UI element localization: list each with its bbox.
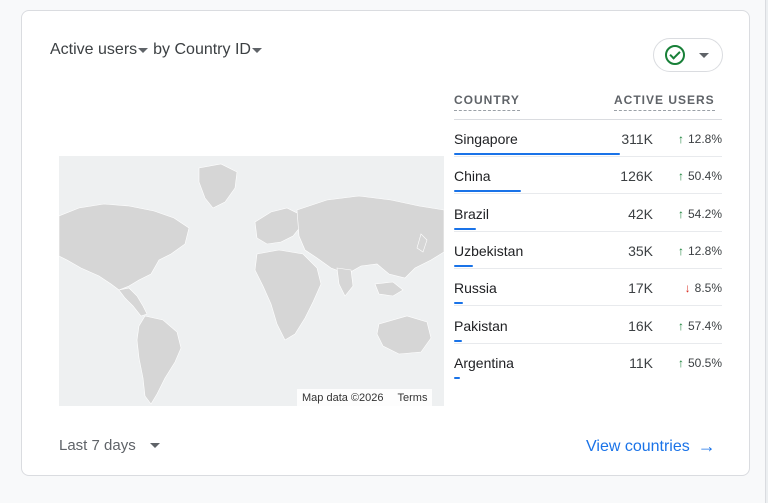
view-countries-link[interactable]: View countries → (586, 436, 716, 457)
map-terms-link[interactable]: Terms (398, 392, 428, 404)
change-percent: 57.4% (687, 318, 722, 333)
change-percent: 50.5% (687, 355, 722, 370)
active-users-value: 126K (620, 168, 653, 185)
arrow-down-icon: ↓ (684, 281, 691, 296)
data-quality-button[interactable] (653, 38, 723, 72)
dimension-selector[interactable]: by Country ID (153, 41, 262, 59)
change-indicator: ↑ 57.4% (678, 319, 722, 333)
country-name: Singapore (454, 131, 518, 147)
table-row[interactable]: Pakistan 16K ↑ 57.4% (454, 307, 722, 344)
change-indicator: ↓ 8.5% (685, 281, 722, 295)
change-indicator: ↑ 54.2% (678, 207, 722, 221)
table-row[interactable]: Russia 17K ↓ 8.5% (454, 269, 722, 307)
check-circle-icon (665, 45, 685, 65)
change-indicator: ↑ 50.4% (678, 169, 722, 183)
share-bar (454, 190, 521, 193)
table-row[interactable]: Uzbekistan 35K ↑ 12.8% (454, 232, 722, 269)
arrow-up-icon: ↑ (677, 132, 684, 146)
arrow-up-icon: ↑ (677, 318, 684, 333)
map-attribution: Map data ©2026 Terms (297, 389, 433, 406)
header-country[interactable]: COUNTRY (454, 93, 520, 111)
share-bar (454, 264, 473, 267)
arrow-right-icon: → (697, 436, 716, 456)
table-row[interactable]: Singapore 311K ↑ 12.8% (454, 120, 722, 157)
active-users-value: 16K (628, 317, 653, 334)
active-users-value: 42K (628, 205, 653, 222)
change-indicator: ↑ 12.8% (678, 244, 722, 258)
share-bar (454, 153, 620, 155)
arrow-up-icon: ↑ (677, 206, 684, 221)
change-percent: 50.4% (687, 169, 722, 184)
card-title: Active users by Country ID (50, 41, 262, 59)
active-users-value: 17K (628, 280, 653, 297)
country-name: Uzbekistan (454, 242, 524, 259)
view-countries-label: View countries (586, 437, 690, 455)
share-bar (454, 339, 462, 342)
active-users-value: 11K (629, 354, 653, 371)
metric-label: Active users (50, 41, 138, 58)
header-active-users[interactable]: ACTIVE USERS (614, 93, 715, 111)
share-bar (454, 376, 460, 379)
share-bar (454, 227, 476, 230)
change-percent: 8.5% (694, 281, 722, 296)
metric-selector[interactable]: Active users (50, 41, 153, 59)
date-range-label: Last 7 days (59, 437, 136, 454)
table-row[interactable]: Brazil 42K ↑ 54.2% (454, 195, 722, 232)
table-row[interactable]: China 126K ↑ 50.4% (454, 157, 722, 195)
dimension-dropdown-icon (251, 47, 262, 53)
change-percent: 54.2% (687, 206, 722, 221)
change-percent: 12.8% (687, 132, 722, 146)
table-row[interactable]: Argentina 11K ↑ 50.5% (454, 344, 722, 381)
country-name: Pakistan (454, 317, 508, 334)
map-data-label: Map data ©2026 (302, 392, 384, 404)
country-name: China (454, 168, 491, 185)
change-indicator: ↑ 12.8% (678, 132, 722, 146)
change-percent: 12.8% (687, 243, 722, 258)
share-bar (454, 302, 463, 305)
arrow-up-icon: ↑ (677, 169, 684, 184)
date-range-selector[interactable]: Last 7 days (59, 437, 160, 454)
country-name: Russia (454, 280, 497, 297)
active-users-value: 35K (628, 242, 653, 259)
countries-card: Active users by Country ID Map data ©202… (21, 10, 750, 476)
chevron-down-icon (699, 52, 709, 58)
world-map[interactable]: + — Map data ©2026 Terms (59, 156, 444, 406)
change-indicator: ↑ 50.5% (678, 356, 722, 370)
active-users-value: 311K (621, 131, 653, 147)
arrow-up-icon: ↑ (677, 355, 684, 370)
country-name: Brazil (454, 205, 490, 222)
dimension-label: by Country ID (153, 41, 251, 58)
metric-dropdown-icon (138, 47, 149, 53)
country-name: Argentina (454, 354, 514, 371)
arrow-up-icon: ↑ (677, 243, 684, 258)
world-map-land (59, 163, 444, 405)
chevron-down-icon (149, 443, 160, 448)
